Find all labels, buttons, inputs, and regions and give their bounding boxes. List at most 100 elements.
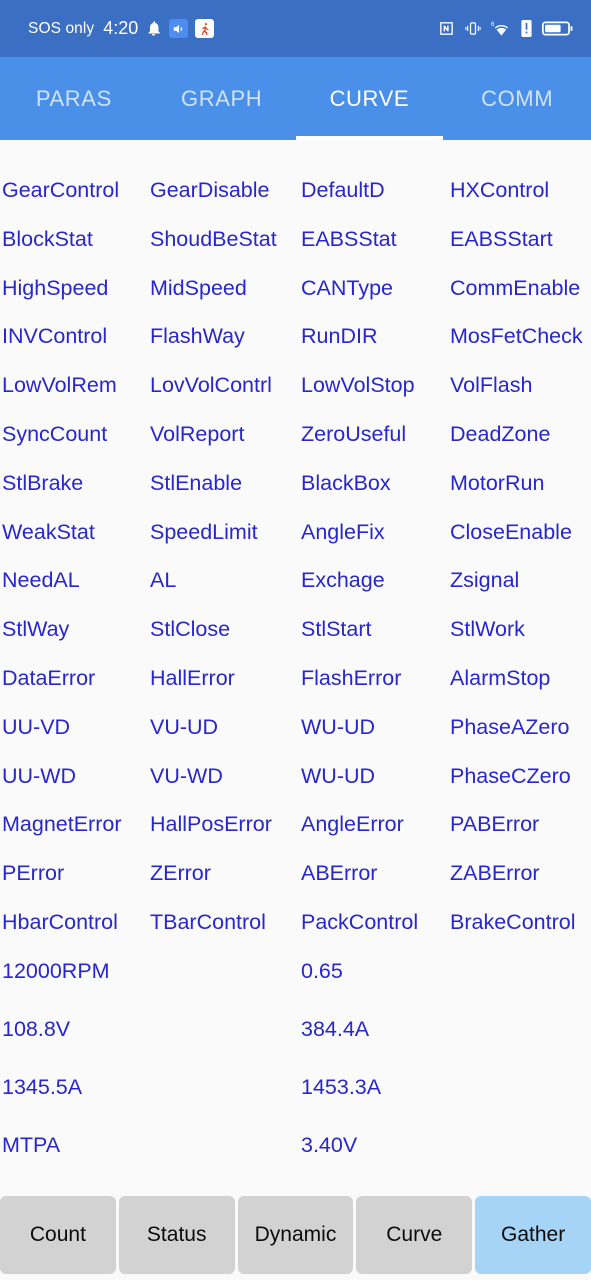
param-cell[interactable]: StlStart <box>301 613 450 646</box>
param-cell[interactable]: MidSpeed <box>150 272 301 305</box>
value-cell[interactable]: MTPA <box>0 1129 301 1162</box>
param-cell[interactable]: PhaseAZero <box>450 711 591 744</box>
table-row: LowVolRem LovVolContrl LowVolStop VolFla… <box>0 369 591 418</box>
param-cell[interactable]: EABSStat <box>301 223 450 256</box>
param-cell[interactable]: MotorRun <box>450 467 591 500</box>
value-row: MTPA 3.40V <box>0 1129 591 1187</box>
table-row: INVControl FlashWay RunDIR MosFetCheck <box>0 320 591 369</box>
param-cell[interactable]: AlarmStop <box>450 662 591 695</box>
param-cell[interactable]: WU-UD <box>301 760 450 793</box>
carrier-label: SOS only <box>28 19 95 37</box>
wifi6-icon: 6 <box>491 20 511 37</box>
tab-label: GRAPH <box>181 85 263 111</box>
clock-label: 4:20 <box>103 18 139 38</box>
param-cell[interactable]: ZError <box>150 857 301 890</box>
button-label: Count <box>29 1223 86 1246</box>
param-cell[interactable]: BrakeControl <box>450 906 591 939</box>
value-row: 12000RPM 0.65 <box>0 955 591 1013</box>
status-bar-right: 6 <box>438 20 573 37</box>
tab-comm[interactable]: COMM <box>443 57 591 140</box>
value-cell[interactable]: 1453.3A <box>301 1071 591 1104</box>
param-cell[interactable]: StlEnable <box>150 467 301 500</box>
param-cell[interactable]: DefaultD <box>301 174 450 207</box>
param-cell[interactable]: HbarControl <box>0 906 150 939</box>
value-row: 1345.5A 1453.3A <box>0 1071 591 1129</box>
param-cell[interactable]: MagnetError <box>0 808 150 841</box>
param-cell[interactable]: UU-VD <box>0 711 150 744</box>
param-cell[interactable]: AL <box>150 564 301 597</box>
tab-curve[interactable]: CURVE <box>295 57 444 140</box>
param-cell[interactable]: ABError <box>301 857 450 890</box>
param-cell[interactable]: FlashError <box>301 662 450 695</box>
param-cell[interactable]: Zsignal <box>450 564 591 597</box>
param-cell[interactable]: DataError <box>0 662 150 695</box>
param-cell[interactable]: UU-WD <box>0 760 150 793</box>
param-cell[interactable]: HXControl <box>450 174 591 207</box>
param-cell[interactable]: EABSStart <box>450 223 591 256</box>
battery-icon <box>542 20 573 37</box>
table-row: GearControl GearDisable DefaultD HXContr… <box>0 174 591 223</box>
param-cell[interactable]: PackControl <box>301 906 450 939</box>
dynamic-button[interactable]: Dynamic <box>237 1196 354 1274</box>
value-cell[interactable]: 12000RPM <box>0 955 301 988</box>
param-cell[interactable]: LowVolRem <box>0 369 150 402</box>
curve-button[interactable]: Curve <box>356 1196 473 1274</box>
value-cell[interactable]: 1345.5A <box>0 1071 301 1104</box>
gather-button[interactable]: Gather <box>475 1196 591 1274</box>
param-cell[interactable]: AngleFix <box>301 516 450 549</box>
param-cell[interactable]: CommEnable <box>450 272 591 305</box>
param-cell[interactable]: LowVolStop <box>301 369 450 402</box>
param-cell[interactable]: PError <box>0 857 150 890</box>
param-cell[interactable]: VU-UD <box>150 711 301 744</box>
param-cell[interactable]: GearDisable <box>150 174 301 207</box>
table-row: MagnetError HallPosError AngleError PABE… <box>0 808 591 857</box>
value-cell[interactable]: 0.65 <box>301 955 591 988</box>
param-cell[interactable]: WU-UD <box>301 711 450 744</box>
param-cell[interactable]: CloseEnable <box>450 516 591 549</box>
value-cell[interactable]: 384.4A <box>301 1013 591 1046</box>
param-cell[interactable]: HallError <box>150 662 301 695</box>
table-row: WeakStat SpeedLimit AngleFix CloseEnable <box>0 516 591 565</box>
param-cell[interactable]: NeedAL <box>0 564 150 597</box>
param-cell[interactable]: BlockStat <box>0 223 150 256</box>
param-cell[interactable]: StlWay <box>0 613 150 646</box>
table-row: BlockStat ShoudBeStat EABSStat EABSStart <box>0 223 591 272</box>
param-cell[interactable]: WeakStat <box>0 516 150 549</box>
param-cell[interactable]: ShoudBeStat <box>150 223 301 256</box>
param-cell[interactable]: RunDIR <box>301 320 450 353</box>
param-cell[interactable]: Exchage <box>301 564 450 597</box>
param-cell[interactable]: GearControl <box>0 174 150 207</box>
param-cell[interactable]: CANType <box>301 272 450 305</box>
param-cell[interactable]: SyncCount <box>0 418 150 451</box>
param-cell[interactable]: LovVolContrl <box>150 369 301 402</box>
status-button[interactable]: Status <box>118 1196 235 1274</box>
tab-paras[interactable]: PARAS <box>0 57 148 140</box>
param-cell[interactable]: DeadZone <box>450 418 591 451</box>
tab-graph[interactable]: GRAPH <box>148 57 296 140</box>
button-label: Curve <box>386 1223 443 1246</box>
param-cell[interactable]: MosFetCheck <box>450 320 591 353</box>
param-cell[interactable]: StlClose <box>150 613 301 646</box>
value-cell[interactable]: 108.8V <box>0 1013 301 1046</box>
param-cell[interactable]: SpeedLimit <box>150 516 301 549</box>
param-cell[interactable]: StlWork <box>450 613 591 646</box>
vibrate-icon <box>464 20 482 37</box>
param-cell[interactable]: AngleError <box>301 808 450 841</box>
param-cell[interactable]: PhaseCZero <box>450 760 591 793</box>
param-cell[interactable]: ZABError <box>450 857 591 890</box>
param-cell[interactable]: BlackBox <box>301 467 450 500</box>
param-cell[interactable]: VolFlash <box>450 369 591 402</box>
param-cell[interactable]: VolReport <box>150 418 301 451</box>
param-cell[interactable]: FlashWay <box>150 320 301 353</box>
param-cell[interactable]: VU-WD <box>150 760 301 793</box>
param-cell[interactable]: INVControl <box>0 320 150 353</box>
param-cell[interactable]: TBarControl <box>150 906 301 939</box>
value-cell[interactable]: 3.40V <box>301 1129 591 1162</box>
param-cell[interactable]: HallPosError <box>150 808 301 841</box>
param-cell[interactable]: StlBrake <box>0 467 150 500</box>
count-button[interactable]: Count <box>0 1196 116 1274</box>
param-cell[interactable]: HighSpeed <box>0 272 150 305</box>
nfc-icon <box>438 20 455 37</box>
param-cell[interactable]: PABError <box>450 808 591 841</box>
param-cell[interactable]: ZeroUseful <box>301 418 450 451</box>
